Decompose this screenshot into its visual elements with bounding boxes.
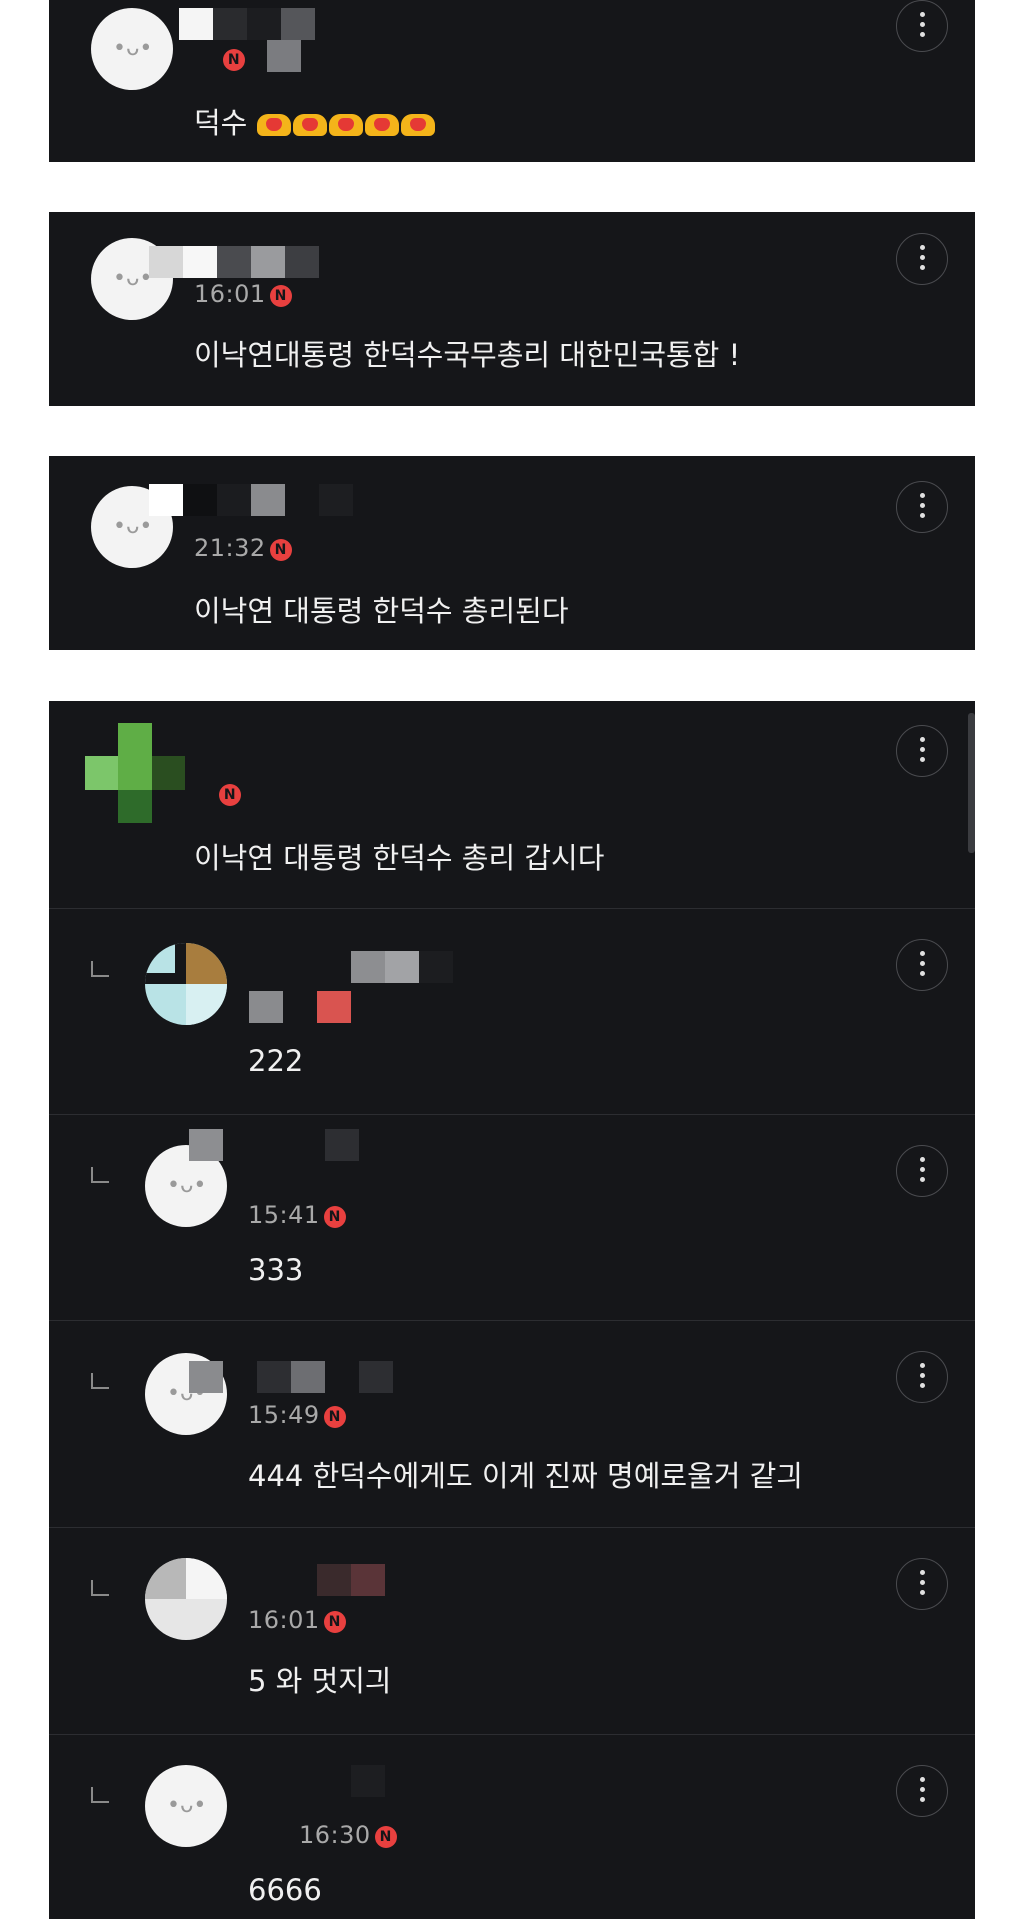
comment-text: 덕수 <box>194 100 437 143</box>
reply-indicator-icon <box>91 1373 109 1389</box>
comment-card: •ᴗ• 16:01 N 이낙연대통령 한덕수국무총리 대한민국통합 ! <box>49 212 975 406</box>
comment-time: 16:30 <box>299 1821 371 1849</box>
comment-card: •ᴗ• 21:32 N 이낙연 대통령 한덕수 총리된다 <box>49 456 975 650</box>
comment-item: •ᴗ• N 덕수 <box>49 0 975 162</box>
more-options-button[interactable] <box>896 1351 948 1403</box>
comment-meta: 16:01 N <box>194 280 292 308</box>
reply-item: •ᴗ• 15:41 N 333 <box>49 1115 975 1320</box>
new-badge-icon: N <box>219 784 241 806</box>
reply-item: 16:01 N 5 와 멋지긔 <box>49 1528 975 1734</box>
reply-indicator-icon <box>91 1787 109 1803</box>
more-options-button[interactable] <box>896 1145 948 1197</box>
new-badge-icon: N <box>323 1406 346 1428</box>
comment-text: 333 <box>248 1253 304 1287</box>
comment-time: 15:41 <box>248 1201 320 1229</box>
comment-meta: 21:32 N <box>194 534 292 562</box>
avatar-face-icon: •ᴗ• <box>113 36 153 61</box>
comment-text: 6666 <box>248 1873 322 1907</box>
comment-text: 이낙연대통령 한덕수국무총리 대한민국통합 ! <box>194 338 741 372</box>
more-options-button[interactable] <box>896 0 948 52</box>
comment-meta: N <box>219 44 245 72</box>
heart-hands-emoji-icon <box>256 109 437 143</box>
more-options-button[interactable] <box>896 233 948 285</box>
more-options-button[interactable] <box>896 939 948 991</box>
comment-text: 이낙연 대통령 한덕수 총리된다 <box>194 594 569 628</box>
new-badge-icon: N <box>269 285 292 307</box>
avatar[interactable]: •ᴗ• <box>145 1765 227 1847</box>
reply-item: •ᴗ• 15:49 N 444 한덕수에게도 이게 진짜 명예로울거 같긔 <box>49 1321 975 1527</box>
more-options-button[interactable] <box>896 481 948 533</box>
comment-time: 15:49 <box>248 1401 320 1429</box>
avatar[interactable] <box>145 1558 227 1640</box>
reply-item: 222 <box>49 909 975 1114</box>
more-options-button[interactable] <box>896 725 948 777</box>
reply-indicator-icon <box>91 961 109 977</box>
comment-text: 이낙연 대통령 한덕수 총리 갑시다 <box>194 841 605 875</box>
new-badge-icon: N <box>323 1206 346 1228</box>
comment-meta: 15:49 N <box>248 1401 346 1429</box>
reply-item: •ᴗ• 16:30 N 6666 <box>49 1735 975 1919</box>
more-options-button[interactable] <box>896 1765 948 1817</box>
new-badge-icon: N <box>269 539 292 561</box>
new-badge-icon: N <box>374 1826 397 1848</box>
comment-text: 444 한덕수에게도 이게 진짜 명예로울거 같긔 <box>248 1459 804 1493</box>
avatar-face-icon: •ᴗ• <box>113 514 153 539</box>
reply-indicator-icon <box>91 1167 109 1183</box>
avatar[interactable]: •ᴗ• <box>91 8 173 90</box>
more-options-button[interactable] <box>896 1558 948 1610</box>
comment-time: 16:01 <box>248 1606 320 1634</box>
avatar[interactable] <box>85 723 185 823</box>
new-badge-icon: N <box>223 49 245 71</box>
avatar-face-icon: •ᴗ• <box>167 1173 207 1198</box>
comment-meta: 16:30 N <box>299 1821 397 1849</box>
comment-card: •ᴗ• N 덕수 <box>49 0 975 162</box>
comment-time: 21:32 <box>194 534 266 562</box>
comment-item: N 이낙연 대통령 한덕수 총리 갑시다 <box>49 701 975 908</box>
avatar-face-icon: •ᴗ• <box>113 266 153 291</box>
comment-meta: 16:01 N <box>248 1606 346 1634</box>
reply-indicator-icon <box>91 1580 109 1596</box>
comment-thread-card: N 이낙연 대통령 한덕수 총리 갑시다 222 •ᴗ• 15:41 N 333… <box>49 701 975 1919</box>
comment-text: 5 와 멋지긔 <box>248 1664 392 1698</box>
comment-time: 16:01 <box>194 280 266 308</box>
comment-item: •ᴗ• 21:32 N 이낙연 대통령 한덕수 총리된다 <box>49 456 975 650</box>
comment-item: •ᴗ• 16:01 N 이낙연대통령 한덕수국무총리 대한민국통합 ! <box>49 212 975 406</box>
avatar[interactable] <box>145 943 227 1025</box>
new-badge-icon: N <box>323 1611 346 1633</box>
comment-meta: 15:41 N <box>248 1201 346 1229</box>
comment-text: 222 <box>248 1044 304 1078</box>
comment-meta: N <box>215 779 241 807</box>
avatar-face-icon: •ᴗ• <box>167 1793 207 1818</box>
